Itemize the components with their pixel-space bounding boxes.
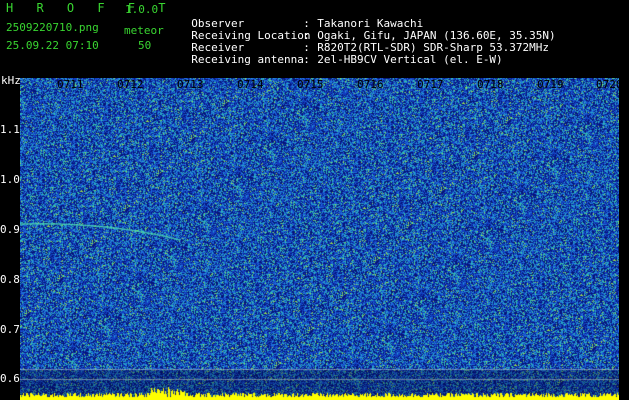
x-tick-label: 0716	[357, 78, 384, 91]
info-value: 2el-HB9CV Vertical (el. E-W)	[317, 53, 503, 66]
y-tick-label: 1.0	[0, 173, 20, 186]
info-sep: :	[303, 53, 310, 66]
x-tick-label: 0719	[537, 78, 564, 91]
x-tick-label: 0718	[477, 78, 504, 91]
meteor-count: 50	[138, 39, 152, 52]
y-tick-label: 1.1	[0, 123, 20, 136]
y-tick-label: 0.9	[0, 223, 20, 236]
file-name: 2509220710.png	[6, 21, 99, 34]
x-tick-label: 0713	[177, 78, 204, 91]
y-axis-unit: kHz	[1, 74, 21, 87]
app-version: 1.0.0	[125, 3, 159, 16]
y-tick-label: 0.7	[0, 323, 20, 336]
x-tick-label: 0714	[237, 78, 264, 91]
info-row-antenna: Receiving antenna: 2el-HB9CV Vertical (el…	[178, 40, 503, 66]
x-tick-label: 0715	[297, 78, 324, 91]
x-tick-label: 0717	[417, 78, 444, 91]
y-tick-label: 0.8	[0, 273, 20, 286]
spectrogram-canvas	[20, 78, 619, 400]
timestamp: 25.09.22 07:10	[6, 39, 99, 52]
info-label: Receiving antenna	[191, 53, 304, 66]
mode-label: meteor	[124, 24, 164, 37]
x-tick-label: 0712	[117, 78, 144, 91]
y-tick-label: 0.6	[0, 372, 20, 385]
x-tick-label: 0711	[57, 78, 84, 91]
x-tick-label: 0720	[596, 78, 623, 91]
